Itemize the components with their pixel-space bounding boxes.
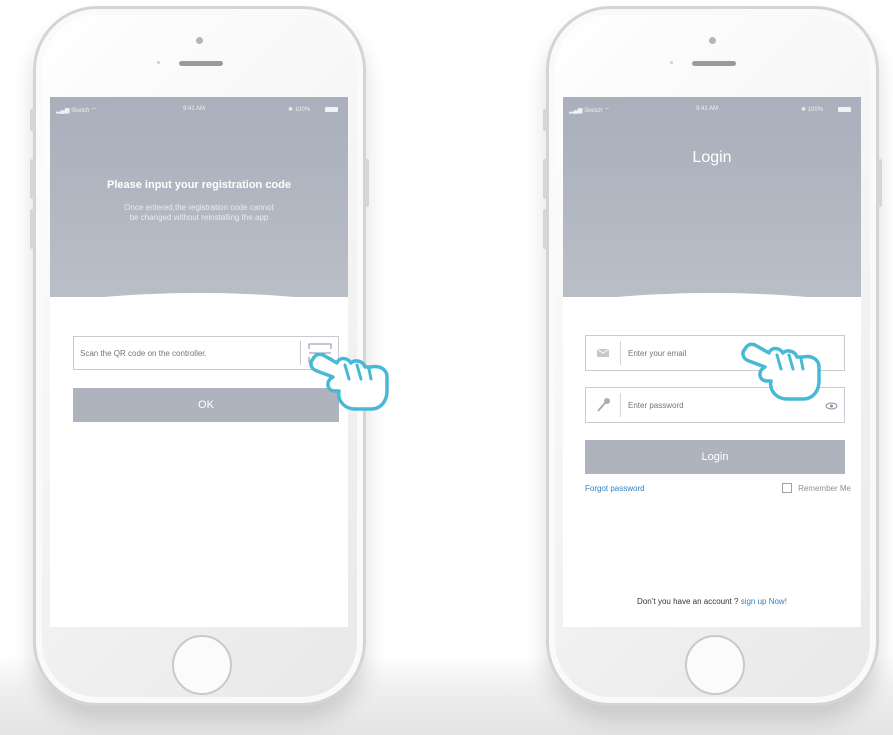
mute-switch [30, 109, 34, 131]
login-header [563, 97, 861, 297]
registration-title: Please input your registration code [107, 179, 291, 191]
status-time: 9:41 AM [183, 106, 206, 112]
proximity-sensor [670, 61, 673, 64]
qr-code-input[interactable] [74, 337, 301, 369]
volume-up-button [543, 159, 547, 199]
power-button [365, 159, 369, 207]
pointer-hand-icon [741, 342, 821, 401]
remember-me-checkbox[interactable] [782, 483, 793, 493]
phone-right: ▂▄▆ Sketch ⌔ 9:41 AM ✱ 100% Login Enter … [543, 6, 882, 706]
volume-down-button [30, 209, 34, 249]
wifi-icon: ⌔ [91, 108, 97, 114]
field-divider [300, 341, 301, 365]
home-button[interactable] [685, 635, 745, 695]
field-divider [620, 393, 621, 417]
ok-button[interactable]: OK [73, 388, 339, 422]
eye-icon[interactable] [825, 399, 838, 411]
key-icon [592, 394, 614, 416]
signup-prompt-text: Don’t you have an account ? [637, 597, 739, 606]
registration-header [50, 97, 348, 297]
status-battery: ✱ 100% [801, 107, 824, 113]
signup-link[interactable]: sign up Now! [741, 597, 787, 606]
bluetooth-icon: ✱ [801, 107, 808, 113]
qr-code-field [73, 336, 339, 370]
pointer-hand-icon [309, 352, 389, 411]
status-time: 9:41 AM [696, 106, 719, 112]
remember-me-label: Remember Me [798, 483, 851, 493]
front-camera [709, 37, 716, 44]
registration-screen: ▂▄▆ Sketch ⌔ 9:41 AM ✱ 100% Please input… [50, 97, 348, 627]
proximity-sensor [157, 61, 160, 64]
signup-prompt: Don’t you have an account ? sign up Now! [563, 597, 861, 606]
status-battery: ✱ 100% [288, 107, 311, 113]
bluetooth-icon: ✱ [288, 107, 295, 113]
remember-me[interactable]: Remember Me [782, 482, 851, 494]
battery-icon [838, 107, 851, 112]
field-divider [620, 341, 621, 365]
mute-switch [543, 109, 547, 131]
home-button[interactable] [172, 635, 232, 695]
login-button[interactable]: Login [585, 440, 845, 474]
forgot-password-link[interactable]: Forgot password [585, 484, 645, 493]
registration-subtitle: Once entered,the registration code canno… [124, 203, 274, 222]
front-camera [196, 37, 203, 44]
status-carrier: ▂▄▆ Sketch ⌔ [56, 108, 97, 114]
signal-icon: ▂▄▆ [569, 108, 585, 114]
signal-icon: ▂▄▆ [56, 108, 72, 114]
volume-down-button [543, 209, 547, 249]
earpiece-speaker [179, 61, 223, 66]
power-button [878, 159, 882, 207]
earpiece-speaker [692, 61, 736, 66]
email-icon [592, 342, 614, 364]
battery-icon [325, 107, 338, 112]
volume-up-button [30, 159, 34, 199]
wifi-icon: ⌔ [604, 108, 610, 114]
status-carrier: ▂▄▆ Sketch ⌔ [569, 108, 610, 114]
login-title: Login [692, 149, 732, 166]
